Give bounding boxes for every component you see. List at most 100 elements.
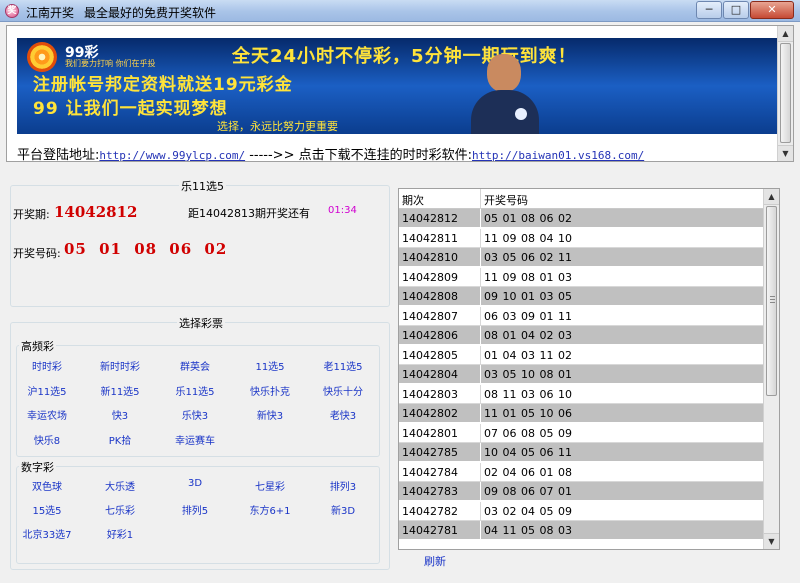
- row-issue: 14042811: [402, 231, 458, 245]
- lottery-high-freq-13[interactable]: 新快3: [257, 407, 283, 422]
- lottery-digit-9[interactable]: 新3D: [331, 502, 355, 517]
- banner-brand-sub: 我们要力打响 你们在乎投: [65, 59, 156, 68]
- scroll-up-icon[interactable]: ▲: [778, 26, 793, 42]
- row-numbers: 03 05 06 02 11: [484, 251, 572, 264]
- lottery-high-freq-9[interactable]: 快乐十分: [323, 383, 363, 398]
- banner-promo: 注册帐号邦定资料就送19元彩金: [33, 75, 293, 95]
- row-issue: 14042781: [402, 524, 458, 537]
- next-draw-label: 距14042813期开奖还有: [188, 207, 310, 220]
- table-row[interactable]: 14042783 09 08 06 07 01: [399, 482, 765, 501]
- lottery-digit-3[interactable]: 七星彩: [255, 478, 285, 493]
- row-issue: 14042801: [402, 426, 458, 440]
- row-issue: 14042802: [402, 407, 458, 420]
- lottery-high-freq-2[interactable]: 群英会: [180, 358, 210, 373]
- window-subtitle: 最全最好的免费开奖软件: [84, 6, 217, 20]
- arrow-text: ----->>: [245, 148, 299, 162]
- lottery-high-freq-3[interactable]: 11选5: [255, 358, 284, 373]
- lottery-high-freq-10[interactable]: 幸运农场: [27, 407, 67, 422]
- lottery-digit-4[interactable]: 排列3: [330, 478, 356, 493]
- draw-legend: 乐11选5: [179, 178, 226, 194]
- table-row[interactable]: 14042801 07 06 08 05 09: [399, 423, 765, 443]
- table-row[interactable]: 14042812 05 01 08 06 02: [399, 209, 765, 228]
- table-row[interactable]: 14042810 03 05 06 02 11: [399, 248, 765, 267]
- row-numbers: 01 04 03 11 02: [484, 348, 572, 362]
- platform-link[interactable]: http://www.99ylcp.com/: [99, 149, 245, 161]
- refresh-button[interactable]: 刷新: [424, 553, 446, 569]
- minimize-button[interactable]: ─: [696, 1, 722, 19]
- row-issue: 14042810: [402, 251, 458, 264]
- table-row[interactable]: 14042784 02 04 06 01 08: [399, 462, 765, 482]
- table-row[interactable]: 14042803 08 11 03 06 10: [399, 384, 765, 404]
- table-scrollbar[interactable]: ▲ ▼: [763, 189, 779, 549]
- lottery-high-freq-11[interactable]: 快3: [112, 407, 128, 422]
- close-button[interactable]: ✕: [750, 1, 794, 19]
- app-icon: 奖: [5, 4, 19, 18]
- table-row[interactable]: 14042811 11 09 08 04 10: [399, 228, 765, 248]
- title-bar: 奖 江南开奖 最全最好的免费开奖软件 ─ □ ✕: [0, 0, 800, 22]
- col-issue-header[interactable]: 期次: [402, 192, 424, 208]
- lottery-digit-11[interactable]: 好彩1: [107, 526, 133, 541]
- row-issue: 14042782: [402, 504, 458, 518]
- lottery-digit-6[interactable]: 七乐彩: [105, 502, 135, 517]
- col-numbers-header[interactable]: 开奖号码: [484, 192, 528, 208]
- row-numbers: 03 02 04 05 09: [484, 504, 572, 518]
- lottery-high-freq-12[interactable]: 乐快3: [182, 407, 208, 422]
- lottery-high-freq-16[interactable]: PK拾: [109, 432, 132, 447]
- scroll-up-icon[interactable]: ▲: [764, 189, 779, 205]
- ad-scrollbar[interactable]: ▲ ▼: [777, 26, 793, 161]
- person-photo: [465, 50, 545, 134]
- lottery-high-freq-7[interactable]: 乐11选5: [175, 383, 214, 398]
- scroll-thumb[interactable]: [780, 43, 791, 143]
- download-link[interactable]: http://baiwan01.vs168.com/: [472, 149, 644, 161]
- lottery-digit-7[interactable]: 排列5: [182, 502, 208, 517]
- table-row[interactable]: 14042782 03 02 04 05 09: [399, 501, 765, 521]
- table-row[interactable]: 14042785 10 04 05 06 11: [399, 443, 765, 462]
- table-row[interactable]: 14042802 11 01 05 10 06: [399, 404, 765, 423]
- scroll-down-icon[interactable]: ▼: [778, 145, 793, 161]
- brand-logo-icon: [27, 42, 57, 72]
- lottery-high-freq-5[interactable]: 沪11选5: [27, 383, 66, 398]
- table-row[interactable]: 14042808 09 10 01 03 05: [399, 287, 765, 306]
- lottery-digit-10[interactable]: 北京33选7: [22, 526, 71, 541]
- row-issue: 14042808: [402, 290, 458, 303]
- window-title: 江南开奖: [26, 6, 75, 20]
- lottery-high-freq-15[interactable]: 快乐8: [34, 432, 60, 447]
- table-row[interactable]: 14042807 06 03 09 01 11: [399, 306, 765, 326]
- row-numbers: 03 05 10 08 01: [484, 368, 572, 381]
- row-numbers: 11 09 08 01 03: [484, 270, 572, 284]
- table-row[interactable]: 14042805 01 04 03 11 02: [399, 345, 765, 365]
- platform-label: 平台登陆地址:: [17, 148, 100, 162]
- high-freq-label: 高频彩: [19, 338, 56, 354]
- lottery-high-freq-0[interactable]: 时时彩: [32, 358, 62, 373]
- scroll-thumb[interactable]: [766, 206, 777, 396]
- lottery-digit-1[interactable]: 大乐透: [105, 478, 135, 493]
- table-row[interactable]: 14042806 08 01 04 02 03: [399, 326, 765, 345]
- lottery-high-freq-6[interactable]: 新11选5: [100, 383, 139, 398]
- lottery-digit-5[interactable]: 15选5: [32, 502, 61, 517]
- row-issue: 14042806: [402, 329, 458, 342]
- lottery-high-freq-4[interactable]: 老11选5: [323, 358, 362, 373]
- lottery-digit-8[interactable]: 东方6+1: [249, 502, 290, 517]
- row-issue: 14042803: [402, 387, 458, 401]
- ad-banner[interactable]: 99彩 我们要力打响 你们在乎投 全天24小时不停彩，5分钟一期玩到爽！ 注册帐…: [17, 38, 779, 134]
- lottery-high-freq-17[interactable]: 幸运赛车: [175, 432, 215, 447]
- select-legend: 选择彩票: [177, 315, 225, 331]
- lottery-high-freq-1[interactable]: 新时时彩: [100, 358, 140, 373]
- row-numbers: 11 09 08 04 10: [484, 231, 572, 245]
- table-row[interactable]: 14042804 03 05 10 08 01: [399, 365, 765, 384]
- scroll-down-icon[interactable]: ▼: [764, 533, 779, 549]
- links-line: 平台登陆地址:http://www.99ylcp.com/ ----->> 点击…: [17, 144, 644, 162]
- row-issue: 14042785: [402, 446, 458, 459]
- row-numbers: 08 01 04 02 03: [484, 329, 572, 342]
- lottery-digit-0[interactable]: 双色球: [32, 478, 62, 493]
- lottery-digit-2[interactable]: 3D: [188, 478, 202, 489]
- current-issue: 14042812: [54, 203, 138, 221]
- lottery-high-freq-14[interactable]: 老快3: [330, 407, 356, 422]
- issue-label: 开奖期:: [13, 208, 50, 221]
- table-row[interactable]: 14042781 04 11 05 08 03: [399, 521, 765, 540]
- maximize-button[interactable]: □: [723, 1, 749, 19]
- row-numbers: 05 01 08 06 02: [484, 212, 572, 225]
- lottery-high-freq-8[interactable]: 快乐扑克: [250, 383, 290, 398]
- table-row[interactable]: 14042809 11 09 08 01 03: [399, 267, 765, 287]
- row-numbers: 04 11 05 08 03: [484, 524, 572, 537]
